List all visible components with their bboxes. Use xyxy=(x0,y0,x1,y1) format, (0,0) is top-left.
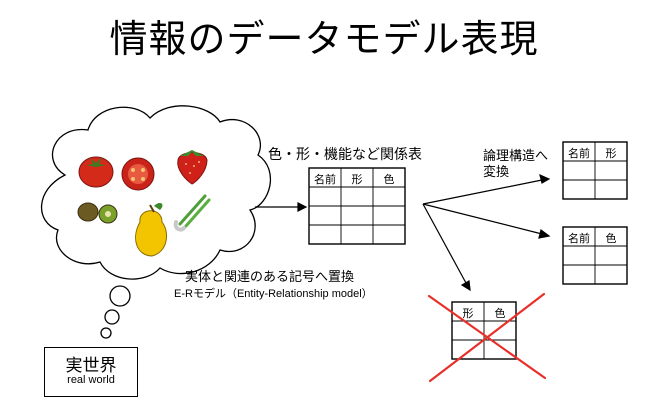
real-world-label: 実世界 xyxy=(65,356,117,376)
thought-bubble-3 xyxy=(100,327,112,339)
main-table-header-shape: 形 xyxy=(351,173,363,186)
er-label-line2: E-Rモデル（Entity-Relationship model） xyxy=(174,288,373,300)
tomato-icon xyxy=(78,156,114,188)
logical-table-2-header-color: 色 xyxy=(605,232,617,245)
main-table-header-color: 色 xyxy=(383,173,395,186)
er-label-line1: 実体と関連のある記号へ置換 xyxy=(185,270,355,285)
main-table-caption: 色・形・機能など関係表 xyxy=(268,147,422,163)
thought-bubble-2 xyxy=(104,309,120,325)
diagram-canvas xyxy=(40,105,628,383)
rejected-table-header-color: 色 xyxy=(494,307,506,320)
sliced-tomato-icon xyxy=(121,157,155,191)
logical-table-1-header-name: 名前 xyxy=(568,147,590,160)
rejected-table-header-shape: 形 xyxy=(462,307,474,320)
logical-table-2-header-name: 名前 xyxy=(568,232,590,245)
main-table-header-name: 名前 xyxy=(314,173,336,186)
thought-bubble-1 xyxy=(109,285,131,307)
logical-table-1-header-shape: 形 xyxy=(605,147,617,160)
transform-label-line2: 変換 xyxy=(483,165,510,180)
arrow-to-table xyxy=(255,202,308,212)
arrows-to-logical-tables xyxy=(422,173,551,292)
real-world-box: 実世界 real world xyxy=(44,347,138,397)
real-world-sublabel: real world xyxy=(67,374,115,386)
